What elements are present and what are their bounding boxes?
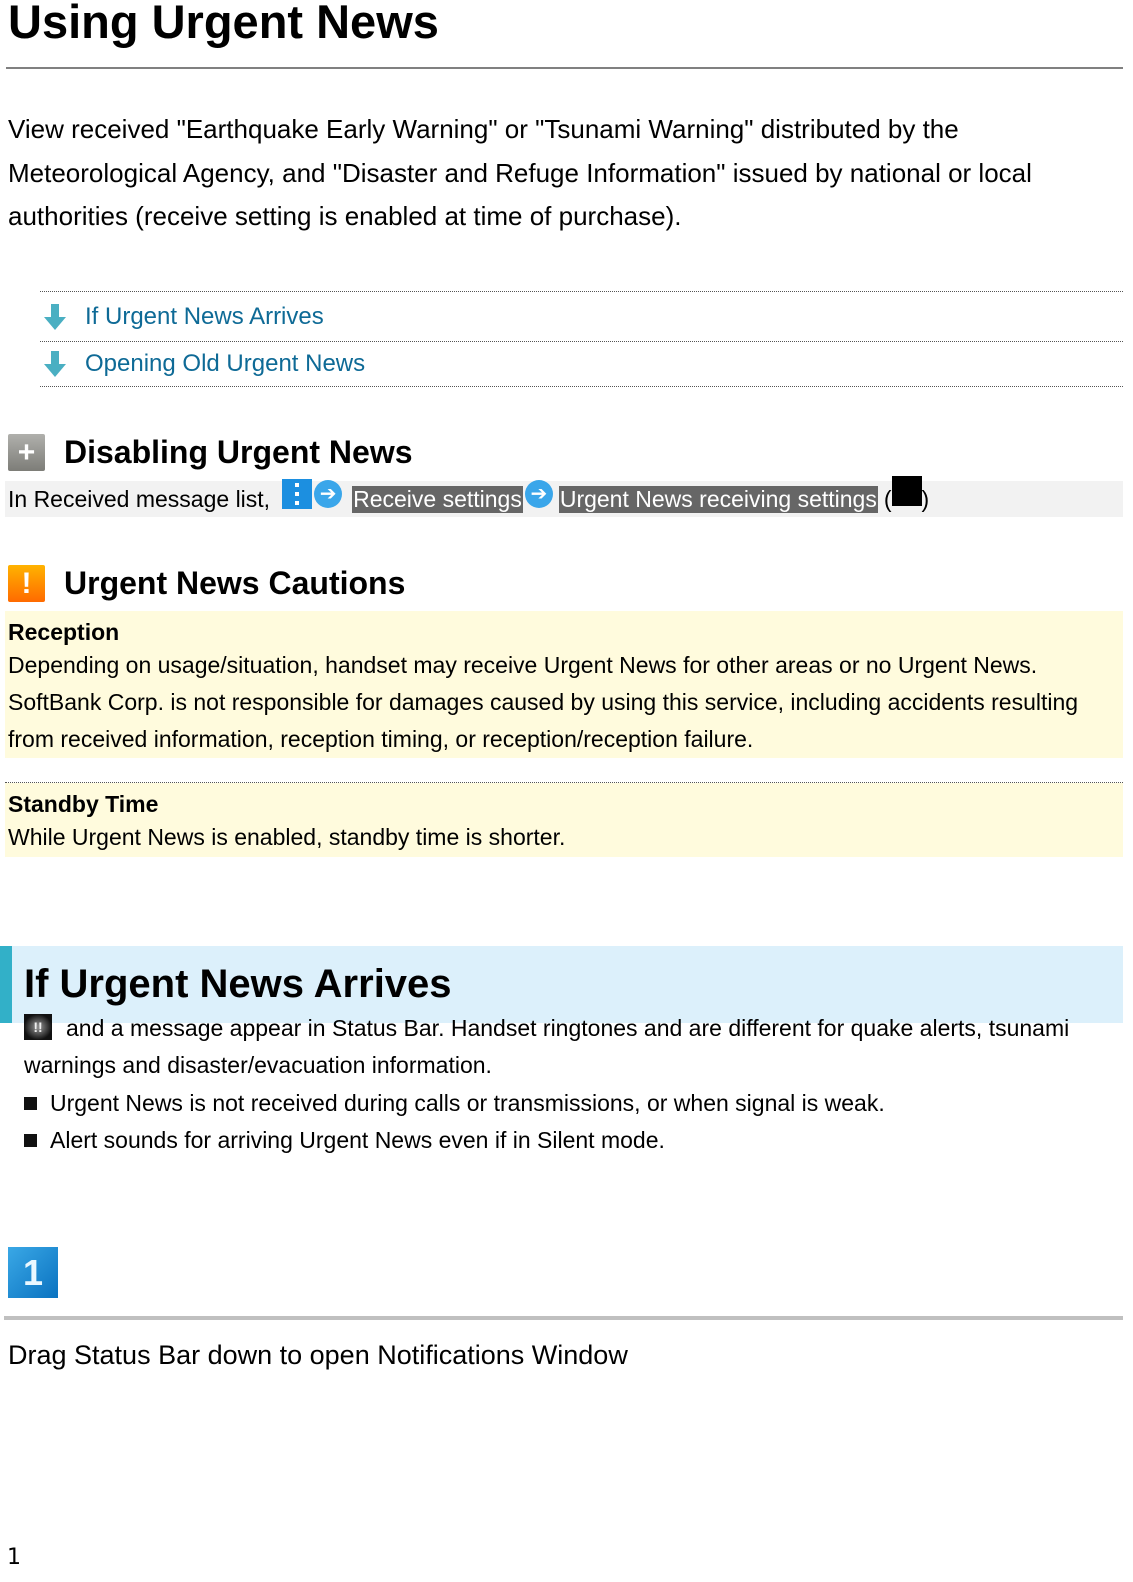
step-divider: [4, 1316, 1123, 1320]
warning-icon: !: [8, 565, 45, 602]
paren-close: ): [921, 485, 930, 512]
cautions-heading: ! Urgent News Cautions: [8, 565, 405, 602]
caution-body: Depending on usage/situation, handset ma…: [8, 652, 1079, 752]
caution-standby-time: Standby Time While Urgent News is enable…: [5, 783, 1123, 857]
caution-title: Reception: [8, 619, 120, 645]
instruction-prefix: In Received message list,: [8, 485, 271, 512]
page-title: Using Urgent News: [8, 0, 439, 48]
urgent-news-status-icon: !!: [24, 1014, 52, 1040]
disabling-instructions: In Received message list, ➔ Receive sett…: [5, 476, 1123, 517]
disabling-heading: + Disabling Urgent News: [8, 434, 413, 471]
arrives-paragraph: !! and a message appear in Status Bar. Ha…: [24, 1010, 1114, 1084]
urgent-news-receiving-settings-label: Urgent News receiving settings: [558, 485, 878, 513]
toc-link-opening-old-urgent-news[interactable]: Opening Old Urgent News: [85, 350, 365, 378]
next-arrow-icon: ➔: [314, 480, 343, 508]
arrives-text: and a message appear in Status Bar. Hand…: [24, 1015, 1070, 1078]
title-divider: [6, 67, 1123, 69]
disabling-title: Disabling Urgent News: [64, 434, 413, 470]
arrow-down-icon: [40, 303, 70, 330]
step-text: Drag Status Bar down to open Notificatio…: [8, 1340, 628, 1370]
cautions-title: Urgent News Cautions: [64, 565, 406, 601]
menu-icon: [282, 479, 313, 509]
note-text: Urgent News is not received during calls…: [50, 1090, 885, 1116]
note-text: Alert sounds for arriving Urgent News ev…: [50, 1127, 665, 1153]
caution-reception: Reception Depending on usage/situation, …: [5, 611, 1123, 758]
toc-link-if-urgent-news-arrives[interactable]: If Urgent News Arrives: [85, 303, 324, 331]
notes-list: Urgent News is not received during calls…: [24, 1085, 885, 1159]
next-arrow-icon: ➔: [524, 480, 553, 508]
bullet-square-icon: [24, 1097, 37, 1110]
table-of-contents: If Urgent News Arrives Opening Old Urgen…: [40, 291, 1123, 387]
step-number-icon: 1: [8, 1247, 58, 1298]
toc-item[interactable]: If Urgent News Arrives: [40, 292, 1123, 342]
checkbox-icon: [891, 476, 922, 506]
receive-settings-label: Receive settings: [352, 485, 523, 513]
bullet-square-icon: [24, 1134, 37, 1147]
arrow-down-icon: [40, 351, 70, 377]
paren-open: (: [883, 485, 892, 512]
caution-body: While Urgent News is enabled, standby ti…: [8, 824, 566, 850]
list-item: Alert sounds for arriving Urgent News ev…: [24, 1122, 885, 1159]
plus-icon: +: [8, 434, 45, 471]
caution-title: Standby Time: [8, 791, 159, 817]
intro-paragraph: View received "Earthquake Early Warning"…: [8, 114, 1032, 231]
toc-item[interactable]: Opening Old Urgent News: [40, 342, 1123, 387]
page-number: 1: [7, 1545, 21, 1570]
list-item: Urgent News is not received during calls…: [24, 1085, 885, 1122]
